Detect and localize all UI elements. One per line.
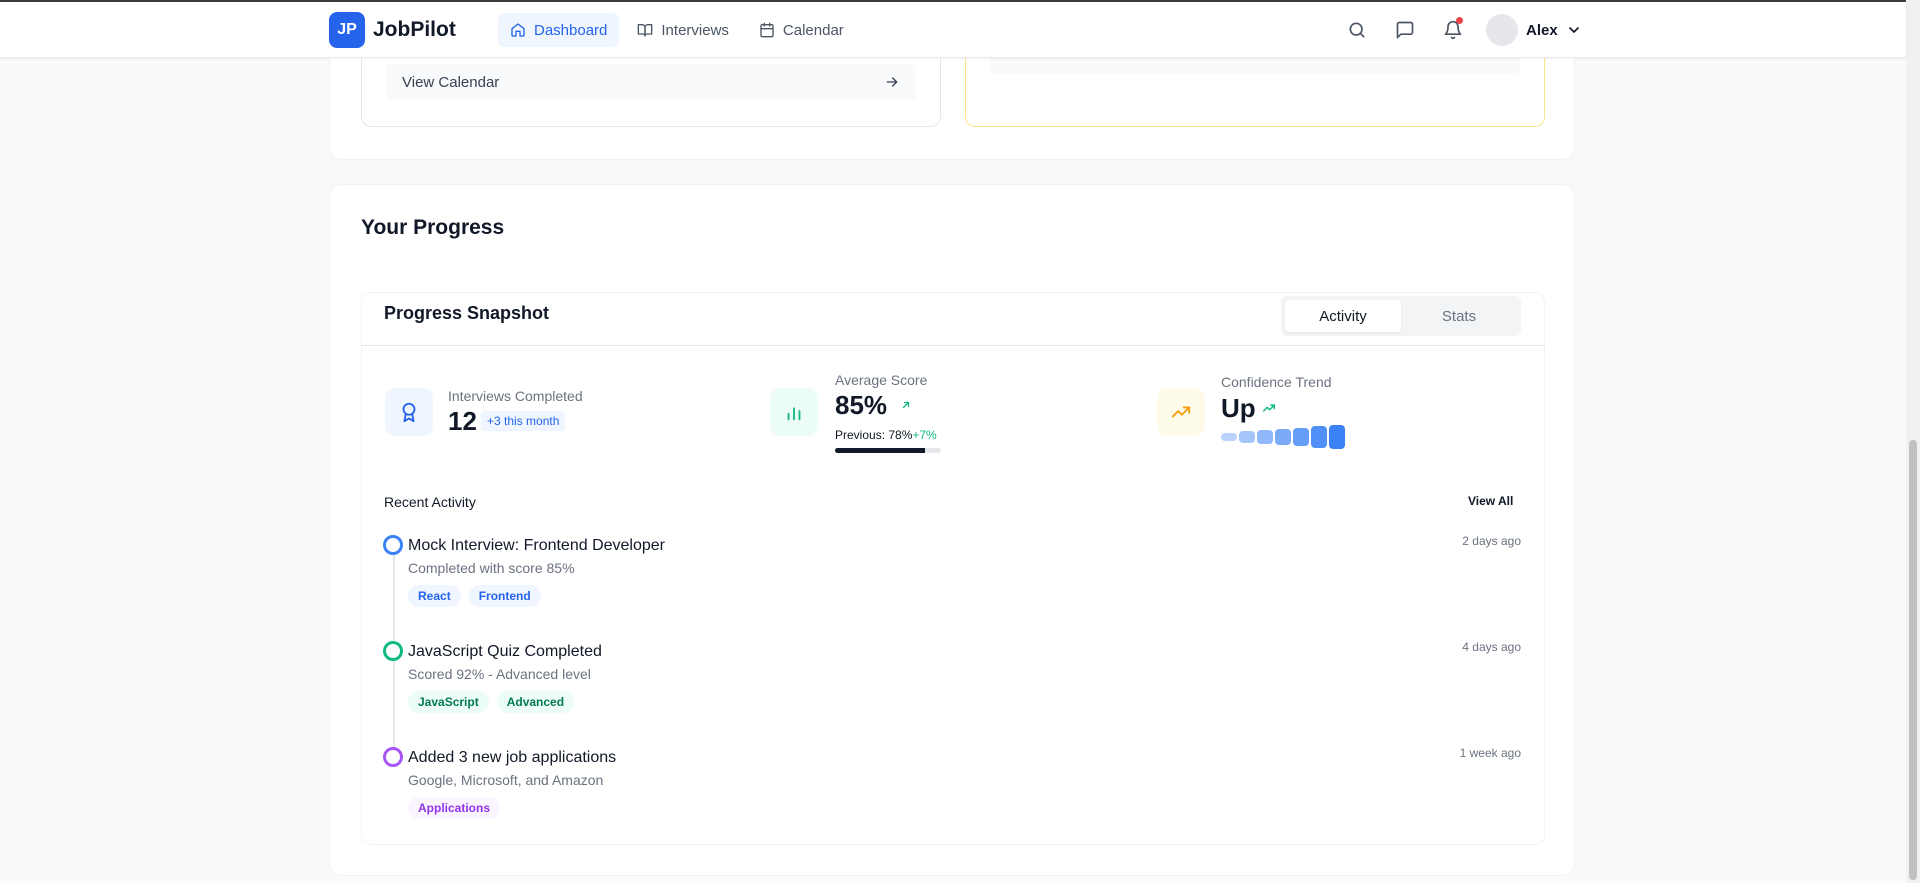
activity-dot <box>383 641 403 661</box>
average-stat-icon-box <box>770 388 818 436</box>
average-previous-text: Previous: 78% <box>835 428 913 442</box>
average-previous: Previous: 78%+7% <box>835 428 937 442</box>
activity-time: 2 days ago <box>1462 534 1521 548</box>
confidence-trend-bars <box>1221 425 1345 449</box>
interviews-stat-value: 12 <box>448 406 477 436</box>
tag: Applications <box>408 797 501 819</box>
trend-bar <box>1293 427 1309 447</box>
trend-up-small-icon <box>1263 404 1275 412</box>
bar-chart-icon <box>787 407 801 421</box>
average-stat-label: Average Score <box>835 372 928 388</box>
scrollbar-thumb[interactable] <box>1909 440 1917 880</box>
calendar-icon <box>760 22 774 38</box>
trend-bar <box>1275 428 1291 446</box>
nav-calendar[interactable]: Calendar <box>747 13 856 47</box>
search-button[interactable] <box>1340 13 1374 47</box>
brand-name: JobPilot <box>373 18 456 41</box>
activity-time: 4 days ago <box>1462 640 1521 654</box>
notifications-button[interactable] <box>1436 13 1470 47</box>
progress-snapshot-title: Progress Snapshot <box>384 303 550 323</box>
brand-logo: JP <box>329 12 365 48</box>
trend-bar <box>1329 425 1345 449</box>
avatar <box>1486 14 1518 46</box>
progress-section-title: Your Progress <box>361 216 505 239</box>
home-icon <box>511 23 525 37</box>
user-name: Alex <box>1526 21 1558 39</box>
trend-bar <box>1311 426 1327 448</box>
average-stat-value: 85% <box>835 390 888 420</box>
trend-bar <box>1257 430 1273 444</box>
tab-activity[interactable]: Activity <box>1285 300 1401 332</box>
nav-calendar-label: Calendar <box>782 21 844 39</box>
main-nav: Dashboard Interviews Calendar <box>498 13 856 47</box>
nav-dashboard[interactable]: Dashboard <box>498 13 620 47</box>
award-icon <box>402 402 416 423</box>
activity-tags: React Frontend <box>408 585 541 607</box>
activity-subtitle: Completed with score 85% <box>408 560 575 576</box>
start-quiz-button[interactable] <box>990 56 1520 74</box>
view-calendar-label: View Calendar <box>402 73 500 91</box>
timeline-connector <box>393 555 395 641</box>
trending-up-icon <box>1171 406 1191 418</box>
activity-subtitle: Google, Microsoft, and Amazon <box>408 772 604 788</box>
activity-subtitle: Scored 92% - Advanced level <box>408 666 591 682</box>
interviews-stat-label: Interviews Completed <box>448 388 583 404</box>
confidence-stat-icon-box <box>1157 388 1205 436</box>
tag: React <box>408 585 461 607</box>
activity-title[interactable]: Added 3 new job applications <box>408 749 616 767</box>
activity-dot <box>383 747 403 767</box>
view-all-link[interactable]: View All <box>1468 494 1513 508</box>
page-scrollbar[interactable] <box>1906 0 1920 883</box>
activity-tags: Applications <box>408 797 501 819</box>
notification-dot <box>1456 17 1463 24</box>
tag: Frontend <box>468 585 541 607</box>
timeline-connector <box>393 661 395 747</box>
header-actions: Alex <box>1340 13 1582 47</box>
activity-tags: JavaScript Advanced <box>408 691 575 713</box>
activity-time: 1 week ago <box>1459 746 1521 760</box>
messages-button[interactable] <box>1388 13 1422 47</box>
activity-title[interactable]: JavaScript Quiz Completed <box>408 643 602 661</box>
trend-bar <box>1239 431 1255 443</box>
interviews-month-badge: +3 this month <box>481 411 566 431</box>
chevron-down-icon <box>1568 27 1579 33</box>
average-progress-bar <box>835 448 941 453</box>
interviews-stat-icon-box <box>385 388 433 436</box>
activity-dot <box>383 535 403 555</box>
arrow-up-right-icon <box>902 401 910 409</box>
search-icon <box>1349 22 1365 38</box>
trend-bar <box>1221 432 1237 442</box>
nav-interviews-label: Interviews <box>661 21 729 39</box>
top-navbar: JP JobPilot Dashboard Interviews Calenda… <box>0 2 1906 58</box>
tag: Advanced <box>496 691 575 713</box>
message-icon <box>1396 21 1414 39</box>
view-calendar-button[interactable]: View Calendar <box>386 64 916 100</box>
user-menu[interactable]: Alex <box>1486 14 1582 46</box>
book-icon <box>638 24 653 37</box>
activity-title[interactable]: Mock Interview: Frontend Developer <box>408 537 665 555</box>
arrow-right-icon <box>886 77 898 87</box>
confidence-stat-label: Confidence Trend <box>1221 374 1332 390</box>
tag: JavaScript <box>408 691 489 713</box>
tab-stats[interactable]: Stats <box>1401 300 1517 332</box>
recent-activity-label: Recent Activity <box>384 494 476 510</box>
average-progress-fill <box>835 448 926 453</box>
nav-interviews[interactable]: Interviews <box>625 13 741 47</box>
snapshot-tabs: Activity Stats <box>1281 296 1521 336</box>
nav-dashboard-label: Dashboard <box>534 21 608 39</box>
average-delta: +7% <box>912 428 937 442</box>
confidence-stat-value: Up <box>1221 393 1256 423</box>
brand[interactable]: JP JobPilot <box>329 12 456 48</box>
